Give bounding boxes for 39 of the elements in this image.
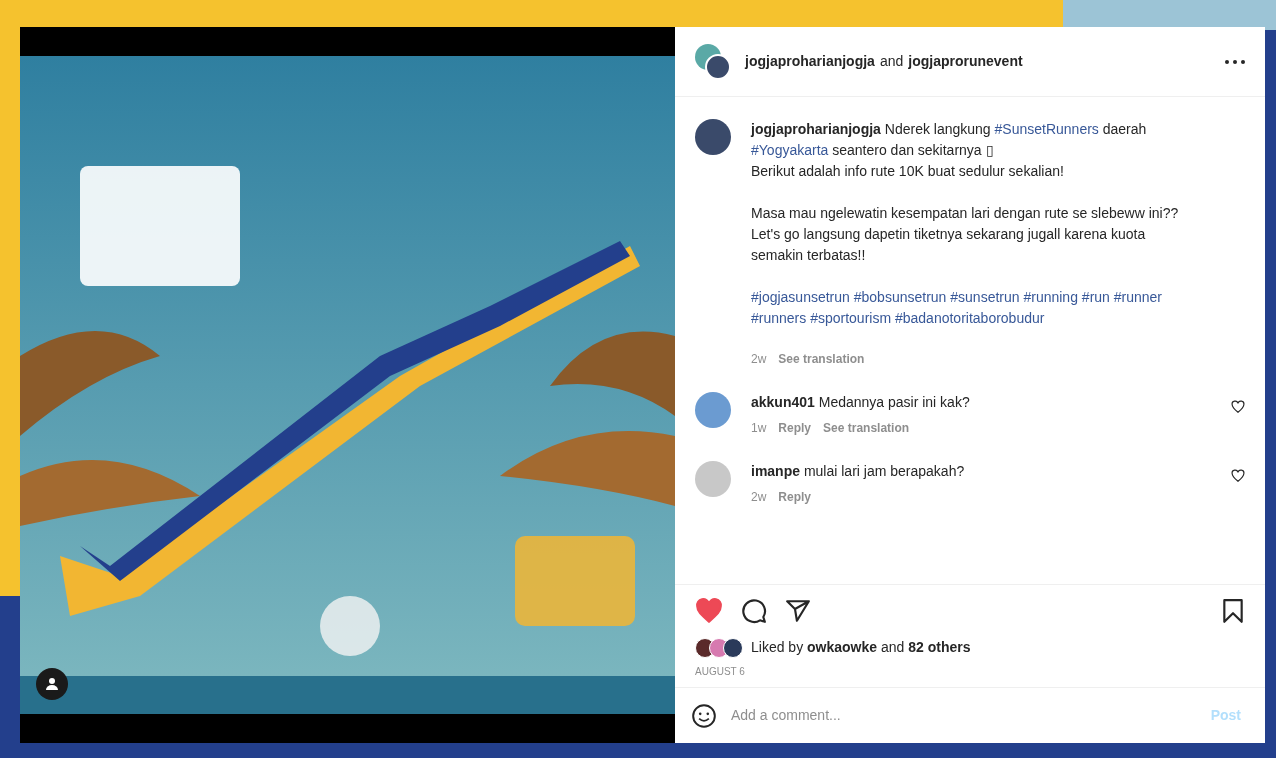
username-link[interactable]: jogjaproharianjogja [751, 121, 881, 137]
hashtag-link[interactable]: #running [1023, 289, 1078, 305]
hashtag-link[interactable]: #runners [751, 310, 807, 326]
post-date: AUGUST 6 [695, 665, 746, 679]
hashtag-link[interactable]: #run [1081, 289, 1110, 305]
comment-age: 2w [751, 489, 767, 506]
comment-field[interactable]: Add a comment... [731, 705, 1189, 726]
username-link[interactable]: owkaowke [807, 639, 878, 655]
hashtag-link[interactable]: #runner [1113, 289, 1163, 305]
person-icon [45, 677, 59, 691]
likes-text: Liked by owkaowke and 82 others [751, 638, 971, 657]
avatar[interactable] [723, 637, 743, 658]
hashtag-link[interactable]: #sunsetrun [950, 289, 1020, 305]
hashtag-link[interactable]: #SunsetRunners [994, 121, 1099, 137]
hashtag-link[interactable]: #Yogyakarta [751, 142, 829, 158]
more-icon[interactable] [1225, 59, 1245, 64]
comment-icon[interactable] [741, 598, 767, 624]
username-link[interactable]: imanpe [751, 463, 800, 479]
hashtag-link[interactable]: #bobsunsetrun [853, 289, 947, 305]
avatar[interactable] [705, 53, 731, 80]
username-link[interactable]: jogjaprorunevent [908, 51, 1023, 72]
hashtag-link[interactable]: #jogjasunsetrun [751, 289, 850, 305]
comment-text: akkun401 Medannya pasir ini kak? [751, 393, 971, 412]
hashtag-link[interactable]: #badanotoritaborobudur [894, 310, 1045, 326]
heart-icon[interactable] [1231, 469, 1245, 483]
hashtag-link[interactable]: #sportourism [810, 310, 892, 326]
username-link[interactable]: jogjaproharianjogja [745, 51, 875, 72]
caption-text: jogjaproharianjogja Nderek langkung #SunsetRunners daerah #Yogyakarta seantero dan sekitarnya ▯ Berikut adalah info rute 10K buat sedulur sekalian! [751, 120, 1148, 181]
caption-text: Masa mau ngelewatin kesempatan lari dengan rute se slebeww ini?? Let's go langsung dapetin tiketnya sekarang jugall karena kuota semakin terbatas!! [751, 204, 1180, 265]
bookmark-icon[interactable] [1221, 598, 1245, 624]
comment-age: 1w [751, 420, 767, 437]
send-icon[interactable] [785, 598, 811, 624]
username-link[interactable]: akkun401 [751, 394, 815, 410]
post-age: 2w [751, 351, 767, 368]
heart-icon[interactable] [1231, 400, 1245, 414]
emoji-icon[interactable] [691, 702, 717, 729]
joiner-text: and [879, 52, 904, 71]
avatar[interactable] [695, 119, 731, 155]
comment-text: imanpe mulai lari jam berapakah? [751, 462, 966, 481]
